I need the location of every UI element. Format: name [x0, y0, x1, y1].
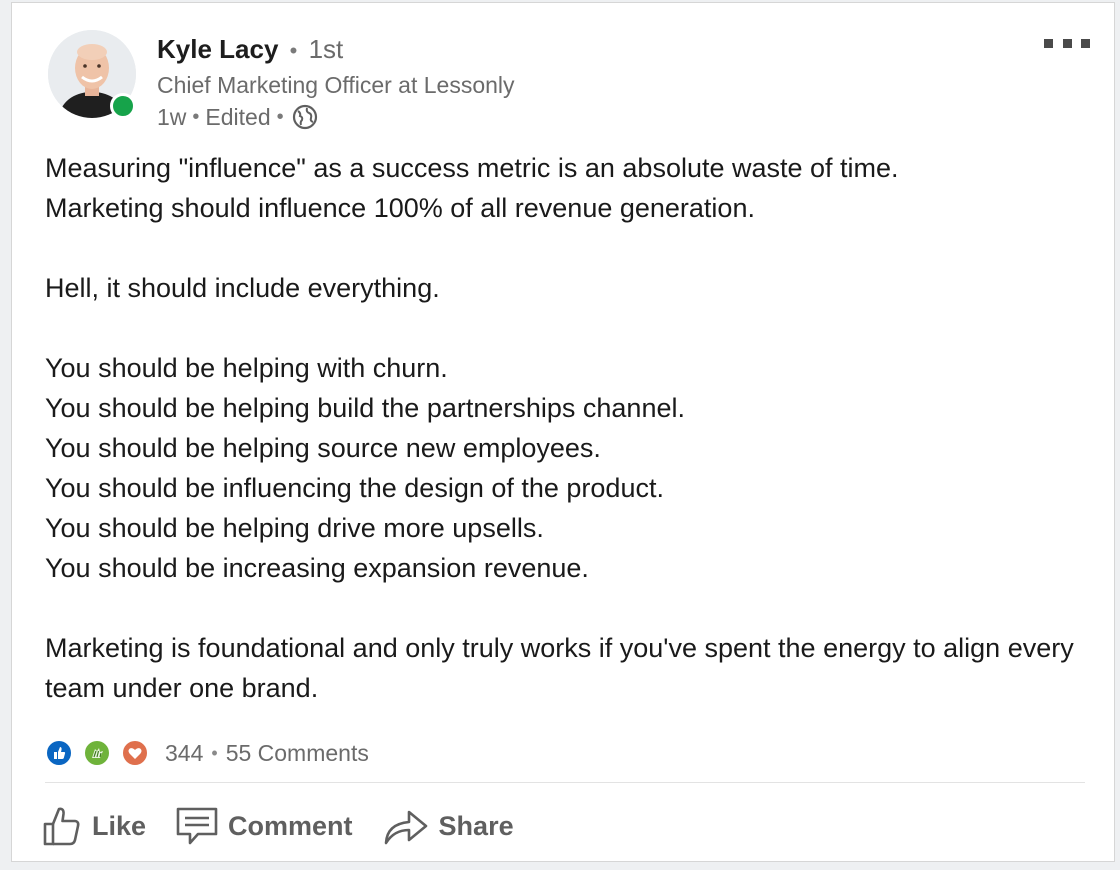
author-headline: Chief Marketing Officer at Lessonly: [157, 72, 515, 98]
post-closing: Marketing is foundational and only truly…: [45, 633, 1074, 703]
share-button[interactable]: Share: [383, 806, 514, 846]
more-dots-icon: [1081, 38, 1090, 48]
online-status-indicator: [110, 93, 136, 119]
comment-icon: [176, 807, 218, 845]
separator-dot: •: [211, 742, 218, 763]
post-line: Hell, it should include everything.: [45, 273, 440, 303]
post-age[interactable]: 1w: [157, 102, 186, 132]
more-dots-icon: [1062, 38, 1072, 48]
separator-dot: •: [276, 106, 284, 128]
comment-count-link[interactable]: 55 Comments: [226, 740, 369, 767]
share-label: Share: [438, 810, 514, 841]
like-icon: [45, 739, 73, 767]
post-list-line: You should be helping source new employe…: [45, 433, 601, 463]
more-dots-icon: [1044, 38, 1053, 48]
more-options-button[interactable]: [1044, 31, 1090, 55]
edited-label: Edited: [205, 104, 271, 130]
thumbs-up-icon: [43, 807, 80, 846]
post-list-line: You should be influencing the design of …: [45, 473, 664, 503]
post-action-bar: Like Comment Share: [42, 795, 544, 857]
like-button[interactable]: Like: [42, 805, 146, 847]
post-meta: 1w • Edited •: [157, 102, 318, 132]
separator-dot: •: [289, 38, 298, 63]
love-icon: [121, 739, 149, 767]
post-list-line: You should be helping with churn.: [45, 353, 448, 383]
post-list-line: You should be helping drive more upsells…: [45, 513, 544, 543]
author-line: Kyle Lacy • 1st: [157, 33, 343, 67]
author-name[interactable]: Kyle Lacy: [157, 34, 278, 64]
comment-label: Comment: [228, 810, 353, 841]
feed-post-card: Kyle Lacy • 1st Chief Marketing Officer …: [11, 2, 1115, 862]
post-list-line: You should be increasing expansion reven…: [45, 553, 589, 583]
reaction-count[interactable]: 344: [165, 740, 203, 767]
post-text: Measuring "influence" as a success metri…: [45, 148, 1095, 708]
globe-icon: [292, 104, 318, 130]
divider: [45, 782, 1085, 783]
post-line: Measuring "influence" as a success metri…: [45, 153, 899, 183]
like-label: Like: [92, 810, 147, 841]
comment-button[interactable]: Comment: [176, 806, 353, 846]
connection-degree: 1st: [308, 34, 344, 64]
post-line: Marketing should influence 100% of all r…: [45, 193, 755, 223]
share-arrow-icon: [384, 810, 427, 845]
celebrate-icon: [83, 739, 111, 767]
social-counts[interactable]: 344 • 55 Comments: [45, 736, 369, 770]
separator-dot: •: [192, 106, 200, 128]
post-list-line: You should be helping build the partners…: [45, 393, 685, 423]
